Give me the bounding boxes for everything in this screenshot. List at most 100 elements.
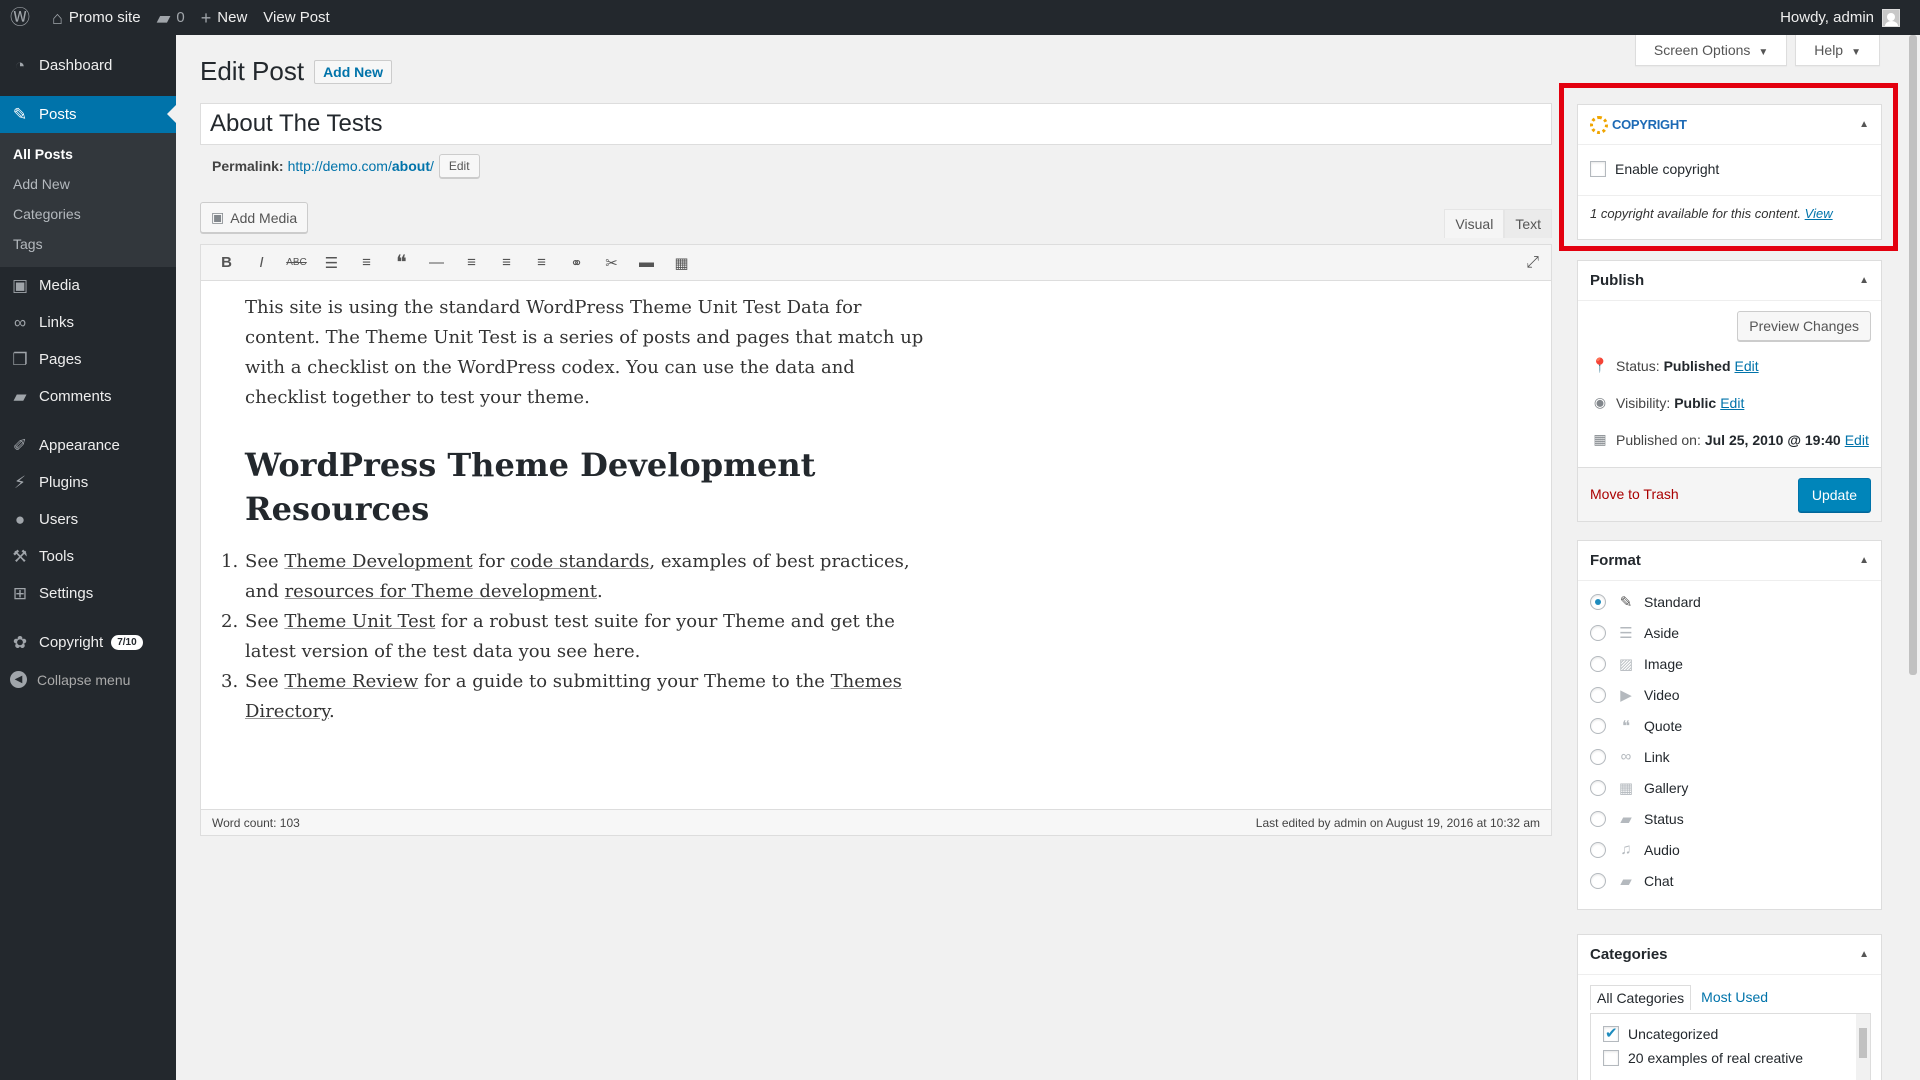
italic-icon[interactable]: I: [244, 254, 279, 271]
format-radio[interactable]: [1590, 841, 1606, 858]
wordpress-logo-menu[interactable]: Ⓦ: [0, 0, 44, 35]
format-radio[interactable]: [1590, 811, 1606, 827]
post-title-input[interactable]: About The Tests: [200, 103, 1552, 145]
menu-media[interactable]: ▣ Media: [0, 267, 176, 304]
visibility-edit-link[interactable]: Edit: [1720, 395, 1744, 411]
view-post-link[interactable]: View Post: [255, 0, 337, 35]
format-radio[interactable]: [1590, 780, 1606, 796]
submenu-tags[interactable]: Tags: [0, 229, 176, 259]
editor-content[interactable]: This site is using the standard WordPres…: [201, 281, 971, 739]
insert-link-icon[interactable]: ⚭: [559, 254, 594, 272]
add-media-label: Add Media: [230, 209, 298, 226]
tab-visual[interactable]: Visual: [1444, 209, 1505, 238]
align-center-icon[interactable]: ≡: [489, 254, 524, 271]
format-radio[interactable]: [1590, 873, 1606, 889]
categories-metabox-header[interactable]: Categories ▲: [1578, 935, 1881, 975]
menu-settings[interactable]: ⊞ Settings: [0, 575, 176, 612]
help-button[interactable]: Help ▼: [1795, 35, 1880, 66]
howdy-text: Howdy, admin: [1780, 9, 1874, 26]
submenu-add-new[interactable]: Add New: [0, 169, 176, 199]
category-list-scrollbar[interactable]: [1856, 1014, 1870, 1080]
category-item[interactable]: Uncategorized: [1603, 1024, 1870, 1042]
content-link[interactable]: Theme Development: [284, 551, 472, 572]
format-radio[interactable]: [1590, 748, 1606, 765]
format-radio[interactable]: [1590, 594, 1606, 610]
numbered-list-icon[interactable]: ≡: [349, 254, 384, 271]
preview-changes-button[interactable]: Preview Changes: [1737, 311, 1871, 341]
status-edit-link[interactable]: Edit: [1735, 358, 1759, 374]
submenu-all-posts[interactable]: All Posts: [0, 139, 176, 169]
site-name-link[interactable]: ⌂ Promo site: [44, 0, 149, 35]
format-radio[interactable]: [1590, 625, 1606, 641]
format-option-audio[interactable]: ♫ Audio: [1590, 841, 1680, 858]
menu-appearance[interactable]: ✐ Appearance: [0, 427, 176, 464]
add-media-button[interactable]: ▣ Add Media: [200, 202, 309, 233]
bold-icon[interactable]: B: [209, 254, 244, 271]
category-item[interactable]: 20 examples of real creative: [1603, 1050, 1870, 1066]
permalink-link[interactable]: http://demo.com/about/: [288, 158, 434, 174]
format-radio[interactable]: [1590, 656, 1606, 672]
menu-pages[interactable]: ❐ Pages: [0, 341, 176, 378]
collapse-toggle-icon[interactable]: ▲: [1859, 555, 1869, 566]
publish-metabox-header[interactable]: Publish ▲: [1578, 261, 1881, 301]
format-option-link[interactable]: ∞ Link: [1590, 748, 1670, 765]
menu-links[interactable]: ∞ Links: [0, 304, 176, 341]
tab-all-categories[interactable]: All Categories: [1590, 985, 1692, 1010]
move-to-trash-link[interactable]: Move to Trash: [1590, 486, 1679, 502]
menu-copyright[interactable]: ✿ Copyright 7/10: [0, 624, 176, 661]
content-link[interactable]: Theme Unit Test: [284, 611, 435, 632]
menu-dashboard[interactable]: ◔ Dashboard: [0, 47, 176, 84]
format-radio[interactable]: [1590, 687, 1606, 703]
new-content-link[interactable]: + New: [193, 0, 256, 35]
menu-comments[interactable]: ▰ Comments: [0, 378, 176, 415]
add-new-button[interactable]: Add New: [314, 59, 392, 84]
format-option-status[interactable]: ▰ Status: [1590, 810, 1684, 828]
format-option-standard[interactable]: ✎ Standard: [1590, 593, 1701, 611]
comments-link[interactable]: ▰ 0: [149, 0, 193, 35]
align-right-icon[interactable]: ≡: [524, 254, 559, 271]
fullscreen-icon[interactable]: ⤢: [1526, 254, 1539, 272]
tab-text[interactable]: Text: [1504, 209, 1552, 238]
category-checkbox[interactable]: [1603, 1050, 1619, 1066]
bulleted-list-icon[interactable]: ☰: [314, 254, 349, 272]
format-option-aside[interactable]: ☰ Aside: [1590, 624, 1679, 642]
screen-meta-tabs: Screen Options ▼ Help ▼: [1634, 35, 1880, 66]
toolbar-toggle-icon[interactable]: ▦: [664, 254, 699, 272]
remove-link-icon[interactable]: ✂: [594, 254, 629, 272]
blockquote-icon[interactable]: ❝: [384, 250, 419, 275]
content-link[interactable]: Theme Review: [284, 671, 418, 692]
format-radio[interactable]: [1590, 718, 1606, 734]
page-scrollbar[interactable]: [1906, 35, 1920, 1080]
collapse-toggle-icon[interactable]: ▲: [1859, 275, 1869, 286]
menu-posts[interactable]: ✎ Posts: [0, 96, 176, 133]
visibility-label: Visibility:: [1616, 394, 1671, 411]
submenu-categories[interactable]: Categories: [0, 199, 176, 229]
format-option-gallery[interactable]: ▦ Gallery: [1590, 779, 1688, 797]
align-left-icon[interactable]: ≡: [454, 254, 489, 271]
comments-icon: ▰: [13, 387, 27, 406]
collapse-menu-button[interactable]: ◀ Collapse menu: [0, 661, 176, 698]
strikethrough-icon[interactable]: ABC: [279, 257, 314, 268]
date-edit-link[interactable]: Edit: [1845, 432, 1869, 448]
horizontal-line-icon[interactable]: —: [419, 254, 454, 271]
collapse-toggle-icon[interactable]: ▲: [1859, 949, 1869, 960]
format-option-quote[interactable]: ❝ Quote: [1590, 717, 1682, 735]
menu-plugins[interactable]: ⚡ Plugins: [0, 464, 176, 501]
format-option-video[interactable]: ▶ Video: [1590, 686, 1680, 704]
screen-options-button[interactable]: Screen Options ▼: [1634, 35, 1788, 66]
tab-most-used[interactable]: Most Used: [1691, 985, 1778, 1010]
format-option-chat[interactable]: ▰ Chat: [1590, 872, 1674, 890]
content-link[interactable]: resources for Theme development: [285, 581, 597, 602]
permalink-edit-button[interactable]: Edit: [438, 154, 480, 178]
read-more-icon[interactable]: ▬: [629, 254, 664, 271]
format-option-image[interactable]: ▨ Image: [1590, 655, 1683, 673]
comments-count: 0: [176, 9, 185, 26]
category-checkbox[interactable]: [1603, 1024, 1619, 1042]
menu-tools[interactable]: ⚒ Tools: [0, 538, 176, 575]
content-link[interactable]: code standards: [510, 551, 649, 572]
menu-pages-label: Pages: [39, 351, 82, 368]
format-metabox-header[interactable]: Format ▲: [1578, 541, 1881, 581]
my-account-link[interactable]: Howdy, admin: [1780, 8, 1920, 27]
menu-users[interactable]: ● Users: [0, 501, 176, 538]
update-button[interactable]: Update: [1797, 478, 1871, 512]
